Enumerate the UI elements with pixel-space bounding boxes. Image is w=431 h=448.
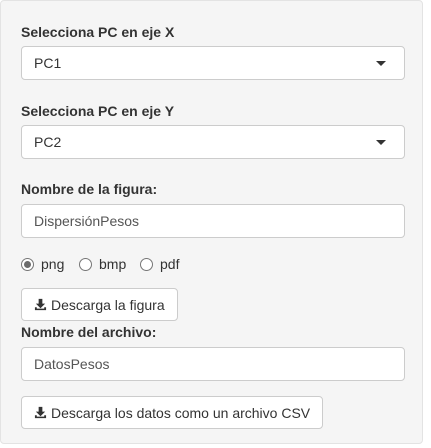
- pc-y-select[interactable]: PC2: [21, 125, 405, 159]
- radio-png-circle[interactable]: [21, 258, 34, 271]
- download-csv-button[interactable]: Descarga los datos como un archivo CSV: [21, 396, 324, 429]
- pc-x-label: Selecciona PC en eje X: [21, 24, 175, 40]
- download-figure-label: Descarga la figura: [51, 296, 165, 313]
- figure-name-input[interactable]: [21, 204, 405, 238]
- download-figure-button[interactable]: Descarga la figura: [21, 288, 178, 321]
- figure-name-label: Nombre de la figura:: [21, 181, 158, 197]
- radio-bmp-label: bmp: [99, 256, 127, 272]
- radio-pdf-label: pdf: [160, 256, 180, 272]
- pc-x-selected-value: PC1: [34, 55, 62, 71]
- pc-x-select[interactable]: PC1: [21, 46, 405, 80]
- radio-pdf-circle[interactable]: [140, 258, 153, 271]
- radio-png-label: png: [41, 256, 65, 272]
- sidebar-panel: Selecciona PC en eje X PC1 Selecciona PC…: [0, 0, 423, 444]
- pc-y-selected-value: PC2: [34, 134, 62, 150]
- download-icon: [34, 406, 47, 419]
- download-icon: [34, 298, 47, 311]
- chevron-down-icon: [376, 61, 386, 66]
- radio-bmp-circle[interactable]: [79, 258, 92, 271]
- chevron-down-icon: [376, 140, 386, 145]
- download-csv-label: Descarga los datos como un archivo CSV: [51, 404, 311, 421]
- pc-y-label: Selecciona PC en eje Y: [21, 103, 175, 119]
- file-name-input[interactable]: [21, 347, 405, 381]
- file-name-label: Nombre del archivo:: [21, 324, 157, 340]
